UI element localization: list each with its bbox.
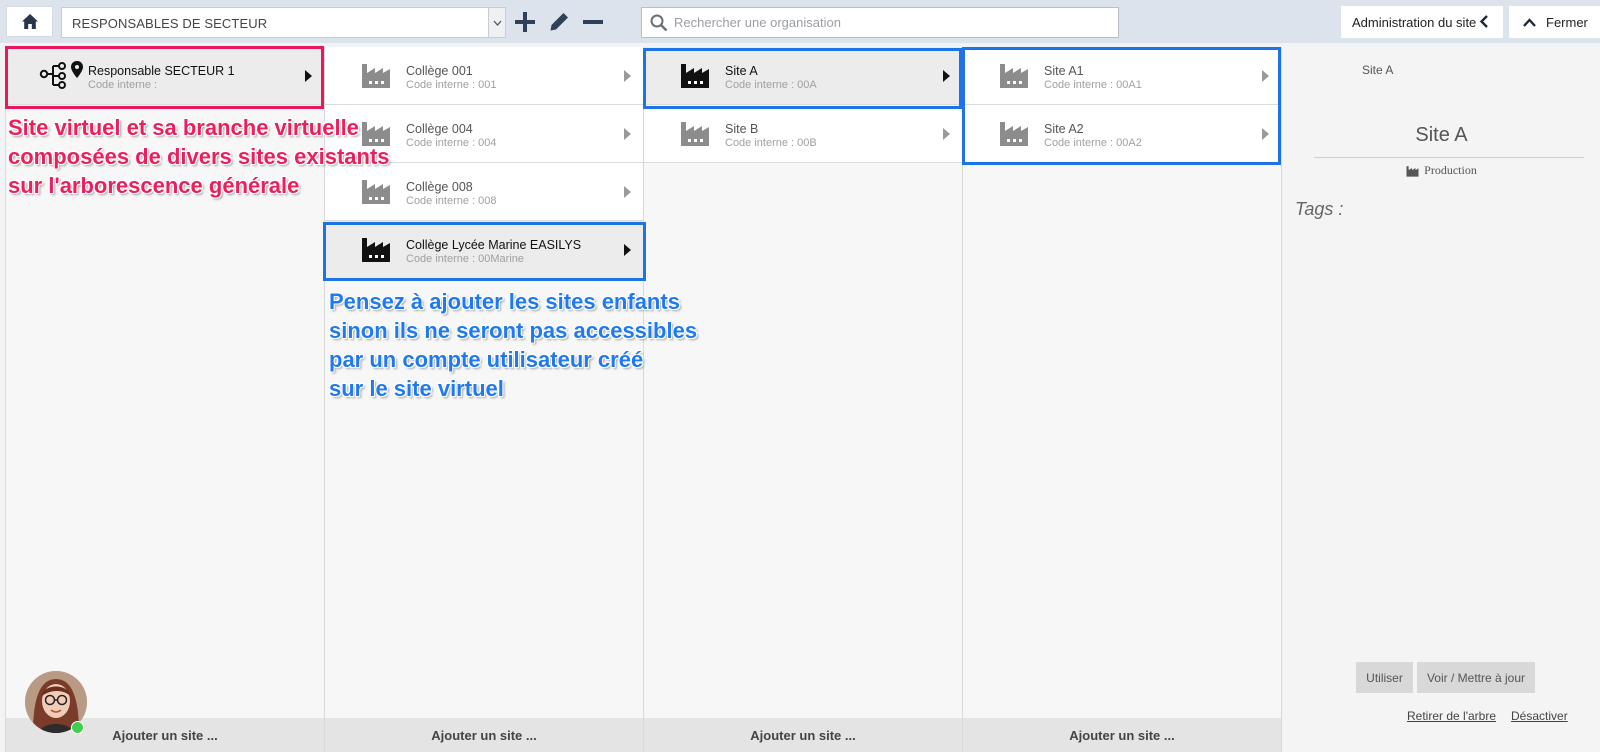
row-name: Collège Lycée Marine EASILYS	[406, 238, 582, 252]
caret-right-icon	[624, 70, 631, 82]
chevron-left-icon	[1479, 15, 1488, 28]
use-button[interactable]: Utiliser	[1356, 662, 1413, 693]
row-code: Code interne : 00B	[725, 137, 817, 149]
list-item[interactable]: Site A2 Code interne : 00A2	[963, 105, 1281, 163]
annotation-line: sinon ils ne seront pas accessibles	[329, 318, 698, 343]
row-code: Code interne : 008	[406, 195, 497, 207]
chevron-down-icon[interactable]	[488, 8, 505, 37]
row-code: Code interne : 00Marine	[406, 253, 525, 265]
top-toolbar: RESPONSABLES DE SECTEUR Administration d…	[0, 0, 1600, 43]
list-item[interactable]: Responsable SECTEUR 1 Code interne :	[6, 47, 324, 105]
home-button[interactable]	[6, 6, 53, 37]
site-details-panel: Site A Site A Production Tags : Utiliser…	[1283, 47, 1600, 752]
annotation-line: Pensez à ajouter les sites enfants	[329, 289, 680, 314]
caret-right-icon	[943, 70, 950, 82]
list-item[interactable]: Site A Code interne : 00A	[644, 47, 962, 105]
chevron-up-icon	[1523, 17, 1536, 27]
breadcrumb: Site A	[1362, 63, 1394, 77]
row-name: Site A2	[1044, 122, 1084, 136]
tree-select[interactable]: RESPONSABLES DE SECTEUR	[61, 7, 506, 38]
row-code: Code interne : 004	[406, 137, 497, 149]
site-admin-label: Administration du site	[1352, 14, 1477, 30]
tags-label: Tags :	[1295, 199, 1344, 219]
tree-column-4: Site A1 Code interne : 00A1 Site A2 Code…	[963, 47, 1282, 752]
detail-title: Site A	[1415, 124, 1468, 146]
factory-icon	[361, 235, 391, 268]
caret-right-icon	[624, 128, 631, 140]
add-site-button[interactable]: Ajouter un site ...	[644, 718, 962, 752]
close-label: Fermer	[1546, 14, 1588, 30]
caret-right-icon	[305, 70, 312, 82]
row-code: Code interne : 00A1	[1044, 79, 1142, 91]
caret-right-icon	[624, 186, 631, 198]
site-admin-button[interactable]: Administration du site	[1341, 6, 1503, 38]
caret-right-icon	[943, 128, 950, 140]
tree-select-value: RESPONSABLES DE SECTEUR	[72, 16, 268, 31]
annotation-line: sur le site virtuel	[329, 376, 504, 401]
remove-from-tree-link[interactable]: Retirer de l'arbre	[1407, 709, 1496, 723]
edit-pencil-icon[interactable]	[546, 9, 572, 35]
factory-icon	[1406, 165, 1419, 177]
list-item[interactable]: Collège 001 Code interne : 001	[325, 47, 643, 105]
annotation-line: par un compte utilisateur créé	[329, 347, 644, 372]
divider	[1314, 157, 1584, 158]
annotation-line: Site virtuel et sa branche virtuelle	[8, 115, 359, 140]
factory-icon	[999, 119, 1029, 152]
row-name: Site A	[725, 64, 758, 78]
add-site-button[interactable]: Ajouter un site ...	[325, 718, 643, 752]
search-icon	[650, 14, 668, 32]
caret-right-icon	[1262, 70, 1269, 82]
row-name: Collège 004	[406, 122, 473, 136]
factory-icon	[680, 119, 710, 152]
list-item[interactable]: Collège Lycée Marine EASILYS Code intern…	[325, 221, 643, 279]
row-code: Code interne : 00A2	[1044, 137, 1142, 149]
add-site-button[interactable]: Ajouter un site ...	[963, 718, 1281, 752]
row-code: Code interne :	[88, 79, 158, 91]
site-type: Production	[1283, 163, 1600, 178]
virtual-site-icon	[39, 60, 85, 95]
row-name: Site A1	[1044, 64, 1084, 78]
row-code: Code interne : 00A	[725, 79, 817, 91]
child-sites-annotation: Pensez à ajouter les sites enfants sinon…	[329, 287, 697, 403]
row-name: Collège 001	[406, 64, 473, 78]
search-input[interactable]	[674, 8, 1114, 37]
home-icon	[21, 14, 38, 29]
add-icon[interactable]	[512, 9, 538, 35]
annotation-line: composées de divers sites existants	[8, 144, 390, 169]
row-name: Site B	[725, 122, 759, 136]
list-item[interactable]: Site B Code interne : 00B	[644, 105, 962, 163]
virtual-branch-annotation: Site virtuel et sa branche virtuelle com…	[8, 113, 390, 200]
online-status-badge	[71, 721, 84, 734]
search-box	[641, 7, 1119, 38]
disable-link[interactable]: Désactiver	[1511, 709, 1568, 723]
site-type-label: Production	[1424, 163, 1477, 177]
caret-right-icon	[1262, 128, 1269, 140]
row-name: Responsable SECTEUR 1	[88, 64, 235, 78]
row-code: Code interne : 001	[406, 79, 497, 91]
annotation-line: sur l'arborescence générale	[8, 173, 300, 198]
remove-icon[interactable]	[580, 9, 606, 35]
row-name: Collège 008	[406, 180, 473, 194]
factory-icon	[361, 61, 391, 94]
factory-icon	[999, 61, 1029, 94]
factory-icon	[680, 61, 710, 94]
list-item[interactable]: Site A1 Code interne : 00A1	[963, 47, 1281, 105]
view-update-button[interactable]: Voir / Mettre à jour	[1417, 662, 1535, 693]
caret-right-icon	[624, 244, 631, 256]
close-button[interactable]: Fermer	[1509, 6, 1600, 38]
